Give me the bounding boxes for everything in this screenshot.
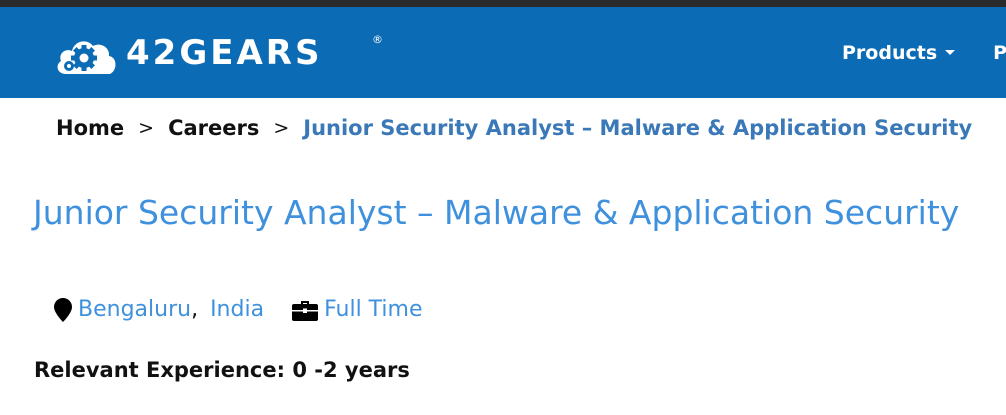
cloud-gear-logo-icon: [57, 41, 116, 74]
job-city-link[interactable]: Bengaluru: [78, 297, 191, 322]
nav-products-label: Products: [842, 41, 938, 64]
breadcrumb-separator: >: [138, 117, 155, 139]
chevron-down-icon: [945, 50, 956, 55]
location-comma: ,: [191, 297, 199, 322]
nav-item-partial-label: P: [993, 41, 1006, 64]
top-strip: [0, 0, 1006, 7]
relevant-experience: Relevant Experience: 0 -2 years: [34, 358, 410, 382]
main-nav: Products P: [842, 7, 1006, 98]
job-type-link[interactable]: Full Time: [324, 297, 422, 322]
nav-products[interactable]: Products: [842, 41, 956, 64]
breadcrumb-current: Junior Security Analyst – Malware & Appl…: [303, 116, 973, 140]
brand-logo[interactable]: 42GEARS: [54, 30, 322, 80]
job-meta: Bengaluru , India Full Time: [54, 297, 423, 322]
brand-name: 42GEARS: [126, 33, 323, 73]
nav-item-partial[interactable]: P: [993, 42, 1006, 64]
briefcase-icon: [292, 299, 319, 321]
breadcrumb-separator: >: [273, 117, 290, 139]
registered-mark: ®: [372, 33, 383, 46]
job-country-link[interactable]: India: [210, 297, 264, 322]
breadcrumb-home[interactable]: Home: [56, 116, 124, 140]
breadcrumb-careers[interactable]: Careers: [168, 116, 259, 140]
breadcrumb: Home > Careers > Junior Security Analyst…: [56, 116, 972, 140]
job-title: Junior Security Analyst – Malware & Appl…: [33, 193, 960, 232]
map-pin-icon: [54, 297, 72, 322]
